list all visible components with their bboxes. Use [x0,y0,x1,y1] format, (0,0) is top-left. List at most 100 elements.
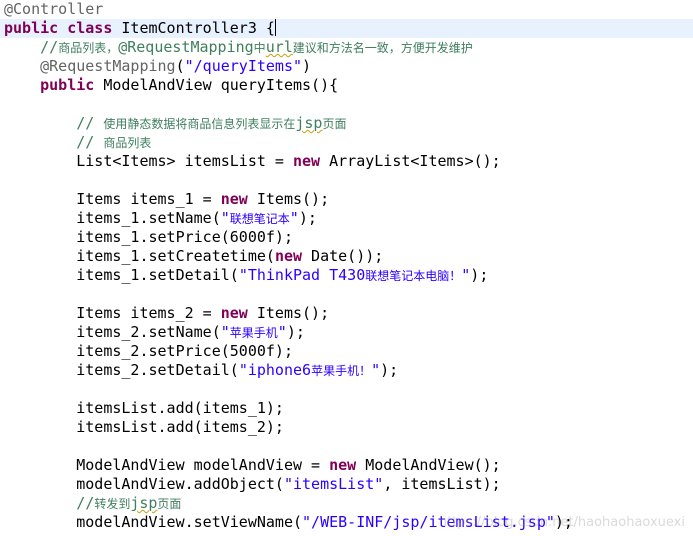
code-line[interactable]: // 使用静态数据将商品信息列表显示在jsp页面 [4,114,346,133]
code-token: class [67,19,113,37]
code-token: Items(); [247,304,330,322]
code-line[interactable]: itemsList.add(items_1); [4,399,284,418]
code-line[interactable]: items_1.setCreatetime(new Date()); [4,247,383,266]
code-token-run: // [76,114,104,132]
code-token-run: " [220,209,230,227]
code-token: "/WEB-INF/jsp/itemsList.jsp" [302,513,555,531]
code-token: items_1.setCreatetime( [4,247,275,265]
code-token: url [265,38,293,56]
code-token: modelAndView.addObject( [4,475,284,493]
code-line[interactable]: Items items_2 = new Items(); [4,304,329,323]
code-token: ); [380,361,399,379]
code-token: new [292,152,321,170]
code-token: @RequestMapping [40,57,176,75]
code-token: List<Items> itemsList = [4,152,293,170]
code-line[interactable]: //商品列表，@RequestMapping中url建议和方法名一致，方便开发维… [4,38,473,57]
code-token-run: 商品列表 [103,136,152,150]
code-line[interactable]: // 商品列表 [4,133,151,152]
code-token: //商品列表，@RequestMapping中 [40,38,266,56]
code-token-run: " [371,361,381,379]
code-token: items_2.setName( [4,323,221,341]
code-line[interactable]: List<Items> itemsList = new ArrayList<It… [4,152,501,171]
code-line[interactable]: items_1.setName("联想笔记本"); [4,209,317,228]
code-token-run: 中 [253,41,266,55]
code-token: "iphone6苹果手机！" [239,361,380,379]
code-token: // 商品列表 [76,133,151,151]
code-token-run: " [289,209,299,227]
code-line[interactable]: items_2.setPrice(5000f); [4,342,293,361]
code-token: ) [302,57,312,75]
code-token-run: "iphone6 [238,361,312,379]
code-token: jsp [130,494,158,512]
code-line[interactable]: public ModelAndView queryItems(){ [4,76,338,95]
code-token-run: // [76,494,95,512]
code-line[interactable]: ModelAndView modelAndView = new ModelAnd… [4,456,501,475]
code-token-run: " [461,266,471,284]
code-token-run: 使用静态数据将商品信息列表显示在 [103,117,296,131]
code-editor[interactable]: @Controller public class ItemController3 … [0,0,693,536]
code-line[interactable]: Items items_1 = new Items(); [4,190,329,209]
code-token: ); [554,513,573,531]
code-token: "联想笔记本" [221,209,299,227]
code-token: items_1.setDetail( [4,266,239,284]
code-token: items_1.setName( [4,209,221,227]
code-token: ModelAndView queryItems(){ [94,76,339,94]
code-token: @Controller [4,0,104,18]
code-token: ( [175,57,185,75]
code-token: "/queryItems" [184,57,303,75]
code-line[interactable]: modelAndView.addObject("itemsList", item… [4,475,500,494]
code-line[interactable]: @Controller [4,0,103,19]
code-token: ModelAndView modelAndView = [4,456,330,474]
text-caret [274,19,276,36]
code-token: modelAndView.setViewName( [4,513,303,531]
code-token: new [329,456,357,474]
code-token: Items(); [247,190,330,208]
code-token: ); [298,209,317,227]
code-token: public [40,76,95,94]
code-token-run: // [76,133,104,151]
code-token: ); [286,323,305,341]
code-token: new [220,190,248,208]
code-token: // 使用静态数据将商品信息列表显示在 [76,114,295,132]
code-line[interactable]: //转发到jsp页面 [4,494,181,513]
code-token: itemsList.add(items_1); [4,399,284,417]
code-line[interactable]: items_2.setDetail("iphone6苹果手机！"); [4,361,398,380]
code-token: Items items_1 = [4,190,221,208]
code-token: 页面 [157,497,182,511]
code-token-run: 苹果手机！ [311,364,372,378]
code-token: items_1.setPrice(6000f); [4,228,293,246]
code-line[interactable]: public class ItemController3 { [0,19,693,38]
code-token: Items items_2 = [4,304,221,322]
code-token: ArrayList<Items>(); [320,152,501,170]
code-token: new [274,247,303,265]
code-token-run: @RequestMapping [118,38,254,56]
code-token: 页面 [322,117,347,131]
code-line[interactable]: items_1.setPrice(6000f); [4,228,293,247]
code-token: //转发到 [76,494,130,512]
code-token-run: 苹果手机 [229,326,278,340]
code-token-run: 转发到 [94,497,131,511]
code-token: items_2.setPrice(5000f); [4,342,293,360]
code-token: ModelAndView(); [356,456,501,474]
code-token: new [220,304,248,322]
code-line[interactable]: @RequestMapping("/queryItems") [4,57,311,76]
code-token-run: 商品列表， [58,41,119,55]
code-token-run: " [277,323,287,341]
code-token: jsp [295,114,323,132]
code-token-run: 联想笔记本电脑！ [365,269,462,283]
code-token: "itemsList" [283,475,384,493]
code-line[interactable]: items_1.setDetail("ThinkPad T430联想笔记本电脑！… [4,266,488,285]
code-token: ); [470,266,489,284]
code-line[interactable]: modelAndView.setViewName("/WEB-INF/jsp/i… [4,513,573,532]
code-token: items_2.setDetail( [4,361,239,379]
code-line[interactable]: itemsList.add(items_2); [4,418,284,437]
code-line[interactable]: items_2.setName("苹果手机"); [4,323,305,342]
code-token-run: " [220,323,230,341]
code-token: ItemController3 { [112,19,275,37]
